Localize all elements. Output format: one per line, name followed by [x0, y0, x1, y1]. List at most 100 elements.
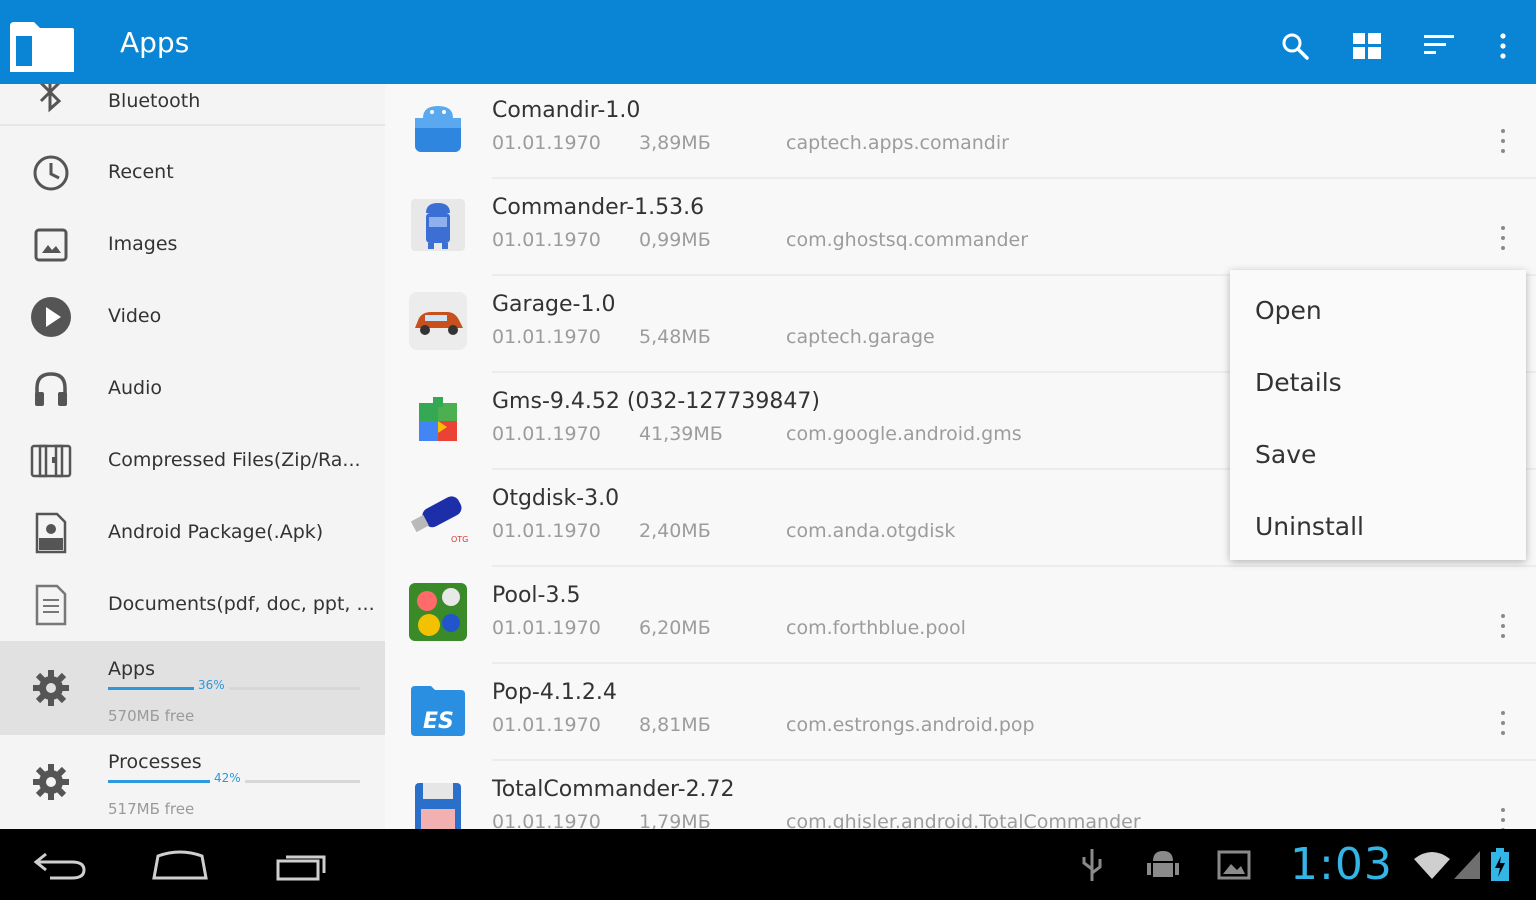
garage-app-icon	[407, 290, 469, 352]
app-date: 01.01.1970	[492, 520, 601, 542]
sidebar-item-label: Bluetooth	[108, 90, 201, 112]
app-date: 01.01.1970	[492, 423, 601, 445]
home-icon[interactable]	[148, 843, 212, 887]
row-overflow-icon[interactable]	[1493, 129, 1513, 153]
list-item[interactable]: Comandir-1.0 01.01.1970 3,89МБ captech.a…	[385, 84, 1536, 181]
usage-fill	[108, 687, 199, 690]
app-size: 5,48МБ	[639, 326, 711, 348]
usage-percent: 42%	[210, 771, 245, 785]
sidebar-item-label: Audio	[108, 377, 163, 399]
app-size: 6,20МБ	[639, 617, 711, 639]
app-package: captech.garage	[786, 326, 935, 348]
commander-app-icon	[407, 193, 469, 255]
sidebar-item-video[interactable]: Video	[0, 281, 385, 353]
archive-icon	[28, 438, 74, 484]
battery-icon	[1486, 843, 1514, 887]
app-date: 01.01.1970	[492, 326, 601, 348]
menu-item-uninstall[interactable]: Uninstall	[1230, 490, 1526, 562]
menu-item-open[interactable]: Open	[1230, 274, 1526, 346]
sidebar-item-processes[interactable]: Processes 42% 517МБ free	[0, 735, 385, 829]
row-overflow-icon[interactable]	[1493, 711, 1513, 735]
sidebar-item-images[interactable]: Images	[0, 209, 385, 281]
sidebar-item-compressed[interactable]: Compressed Files(Zip/Ra...	[0, 425, 385, 497]
usage-percent: 36%	[194, 678, 229, 692]
sidebar-item-label: Android Package(.Apk)	[108, 521, 324, 543]
menu-item-save[interactable]: Save	[1230, 418, 1526, 490]
list-item[interactable]: Pool-3.5 01.01.1970 6,20МБ com.forthblue…	[385, 569, 1536, 666]
context-menu: Open Details Save Uninstall	[1230, 270, 1526, 560]
sidebar-item-audio[interactable]: Audio	[0, 353, 385, 425]
menu-item-details[interactable]: Details	[1230, 346, 1526, 418]
app-date: 01.01.1970	[492, 811, 601, 829]
list-item[interactable]: TotalCommander-2.72 01.01.1970 1,79МБ co…	[385, 763, 1536, 829]
row-divider	[492, 759, 1536, 761]
svg-text:ES: ES	[423, 709, 454, 734]
sidebar-divider	[0, 124, 385, 126]
sidebar-item-label: Compressed Files(Zip/Ra...	[108, 449, 361, 471]
sidebar-item-bluetooth[interactable]: Bluetooth	[0, 84, 385, 136]
gear-icon	[28, 759, 74, 805]
app-bar: Apps	[0, 0, 1536, 84]
headphones-icon	[28, 366, 74, 412]
overflow-menu-icon[interactable]	[1483, 26, 1523, 66]
document-icon	[28, 582, 74, 628]
app-package: captech.apps.comandir	[786, 132, 1009, 154]
usage-track	[108, 687, 360, 690]
app-name: Garage-1.0	[492, 292, 616, 317]
play-icon	[28, 294, 74, 340]
recent-apps-icon[interactable]	[272, 843, 332, 887]
back-icon[interactable]	[30, 843, 90, 887]
app-package: com.estrongs.android.pop	[786, 714, 1035, 736]
app-size: 1,79МБ	[639, 811, 711, 829]
usb-icon	[1078, 843, 1106, 887]
wifi-icon	[1412, 843, 1452, 887]
app-size: 8,81МБ	[639, 714, 711, 736]
system-bar: 1:03	[0, 829, 1536, 900]
app-date: 01.01.1970	[492, 229, 601, 251]
grid-view-icon[interactable]	[1347, 26, 1387, 66]
free-space: 570МБ free	[108, 707, 195, 725]
app-name: Otgdisk-3.0	[492, 486, 620, 511]
clock-icon	[28, 150, 74, 196]
clock: 1:03	[1290, 839, 1393, 890]
app-size: 0,99МБ	[639, 229, 711, 251]
apk-file-icon	[28, 510, 74, 556]
sidebar-item-documents[interactable]: Documents(pdf, doc, ppt, ...	[0, 569, 385, 641]
row-overflow-icon[interactable]	[1493, 226, 1513, 250]
app-size: 41,39МБ	[639, 423, 723, 445]
image-icon	[28, 222, 74, 268]
sidebar: Bluetooth Recent Images Video Audio Comp…	[0, 84, 385, 829]
list-item[interactable]: ES Pop-4.1.2.4 01.01.1970 8,81МБ com.est…	[385, 666, 1536, 763]
otgdisk-app-icon: OTG	[407, 484, 469, 546]
list-item[interactable]: Commander-1.53.6 01.01.1970 0,99МБ com.g…	[385, 181, 1536, 278]
es-app-icon: ES	[407, 678, 469, 740]
sidebar-item-apps[interactable]: Apps 36% 570МБ free	[0, 641, 385, 735]
sort-icon[interactable]	[1419, 26, 1459, 66]
app-name: Pop-4.1.2.4	[492, 680, 617, 705]
bluetooth-icon	[28, 84, 74, 116]
row-divider	[492, 565, 1536, 567]
app-package: com.ghostsq.commander	[786, 229, 1029, 251]
app-package: com.ghisler.android.TotalCommander	[786, 811, 1141, 829]
menu-item-label: Uninstall	[1255, 512, 1364, 541]
folder-logo-icon[interactable]	[8, 20, 76, 74]
sidebar-item-apk[interactable]: Android Package(.Apk)	[0, 497, 385, 569]
app-date: 01.01.1970	[492, 714, 601, 736]
gms-app-icon	[407, 387, 469, 449]
app-package: com.google.android.gms	[786, 423, 1022, 445]
row-overflow-icon[interactable]	[1493, 808, 1513, 829]
search-icon[interactable]	[1275, 26, 1315, 66]
row-divider	[492, 662, 1536, 664]
sidebar-item-label: Processes	[108, 751, 202, 773]
app-name: Commander-1.53.6	[492, 195, 705, 220]
sidebar-item-recent[interactable]: Recent	[0, 137, 385, 209]
row-overflow-icon[interactable]	[1493, 614, 1513, 638]
sidebar-item-label: Recent	[108, 161, 174, 183]
app-package: com.anda.otgdisk	[786, 520, 956, 542]
app-name: Pool-3.5	[492, 583, 581, 608]
signal-icon	[1450, 843, 1484, 887]
pool-app-icon	[407, 581, 469, 643]
app-name: TotalCommander-2.72	[492, 777, 735, 802]
sidebar-item-label: Apps	[108, 658, 156, 680]
totalcommander-app-icon	[407, 775, 469, 829]
